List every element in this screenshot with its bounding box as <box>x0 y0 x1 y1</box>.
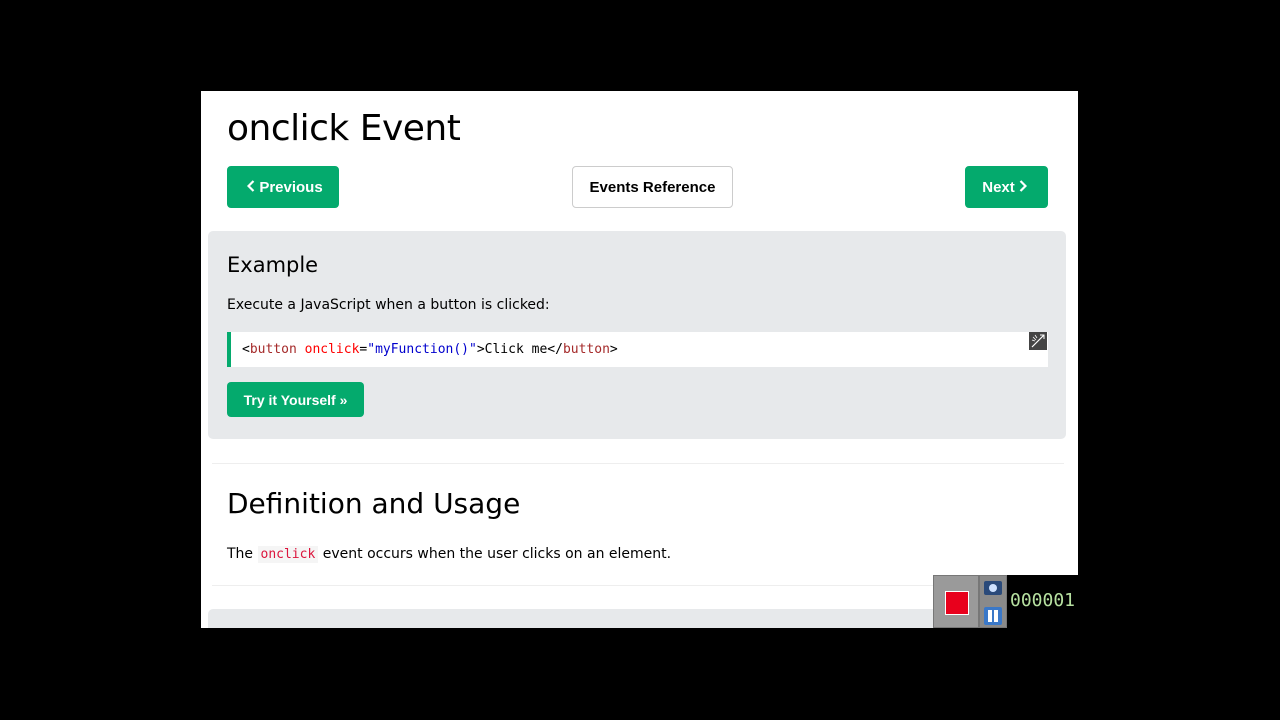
code-end-tag: button <box>562 342 610 357</box>
events-reference-label: Events Reference <box>589 178 716 196</box>
page-title: onclick Event <box>227 108 461 149</box>
definition-text-before: The <box>227 546 258 562</box>
definition-heading: Definition and Usage <box>227 487 521 520</box>
code-text: Click me <box>484 342 548 357</box>
code-value: "myFunction()" <box>367 342 477 357</box>
code-open-bracket: < <box>242 342 250 357</box>
code-close-bracket: > <box>476 342 485 357</box>
browser-page: onclick Event Previous Events Reference … <box>201 91 1078 628</box>
code-snippet[interactable]: <button onclick="myFunction()">Click me<… <box>227 332 1048 367</box>
previous-button-label: Previous <box>259 178 323 196</box>
section-divider <box>212 463 1064 464</box>
next-button[interactable]: Next <box>965 166 1048 208</box>
inline-code-onclick: onclick <box>257 546 319 563</box>
example-box: Example Execute a JavaScript when a butt… <box>208 231 1066 439</box>
copy-icon[interactable] <box>1029 332 1047 350</box>
recorder-controls <box>979 575 1007 628</box>
code-attr: onclick <box>296 342 360 357</box>
definition-text-after: event occurs when the user clicks on an … <box>318 546 672 562</box>
stop-icon <box>945 591 969 615</box>
next-button-label: Next <box>982 178 1015 196</box>
screen-recorder-widget: 000001 <box>933 575 1078 628</box>
chevron-left-icon <box>247 179 255 196</box>
camera-icon[interactable] <box>984 581 1002 595</box>
example-description: Execute a JavaScript when a button is cl… <box>227 297 550 313</box>
example-heading: Example <box>227 253 319 277</box>
previous-button[interactable]: Previous <box>227 166 339 208</box>
recorder-timer: 000001 <box>1010 590 1076 611</box>
record-stop-button[interactable] <box>933 575 979 628</box>
events-reference-button[interactable]: Events Reference <box>572 166 733 208</box>
definition-text: The onclick event occurs when the user c… <box>227 546 672 563</box>
try-it-yourself-button[interactable]: Try it Yourself » <box>227 382 364 417</box>
pause-icon[interactable] <box>984 607 1002 625</box>
code-end-open: </ <box>547 342 563 357</box>
chevron-right-icon <box>1019 179 1027 196</box>
code-tag: button <box>249 342 297 357</box>
code-end-close: > <box>609 342 618 357</box>
